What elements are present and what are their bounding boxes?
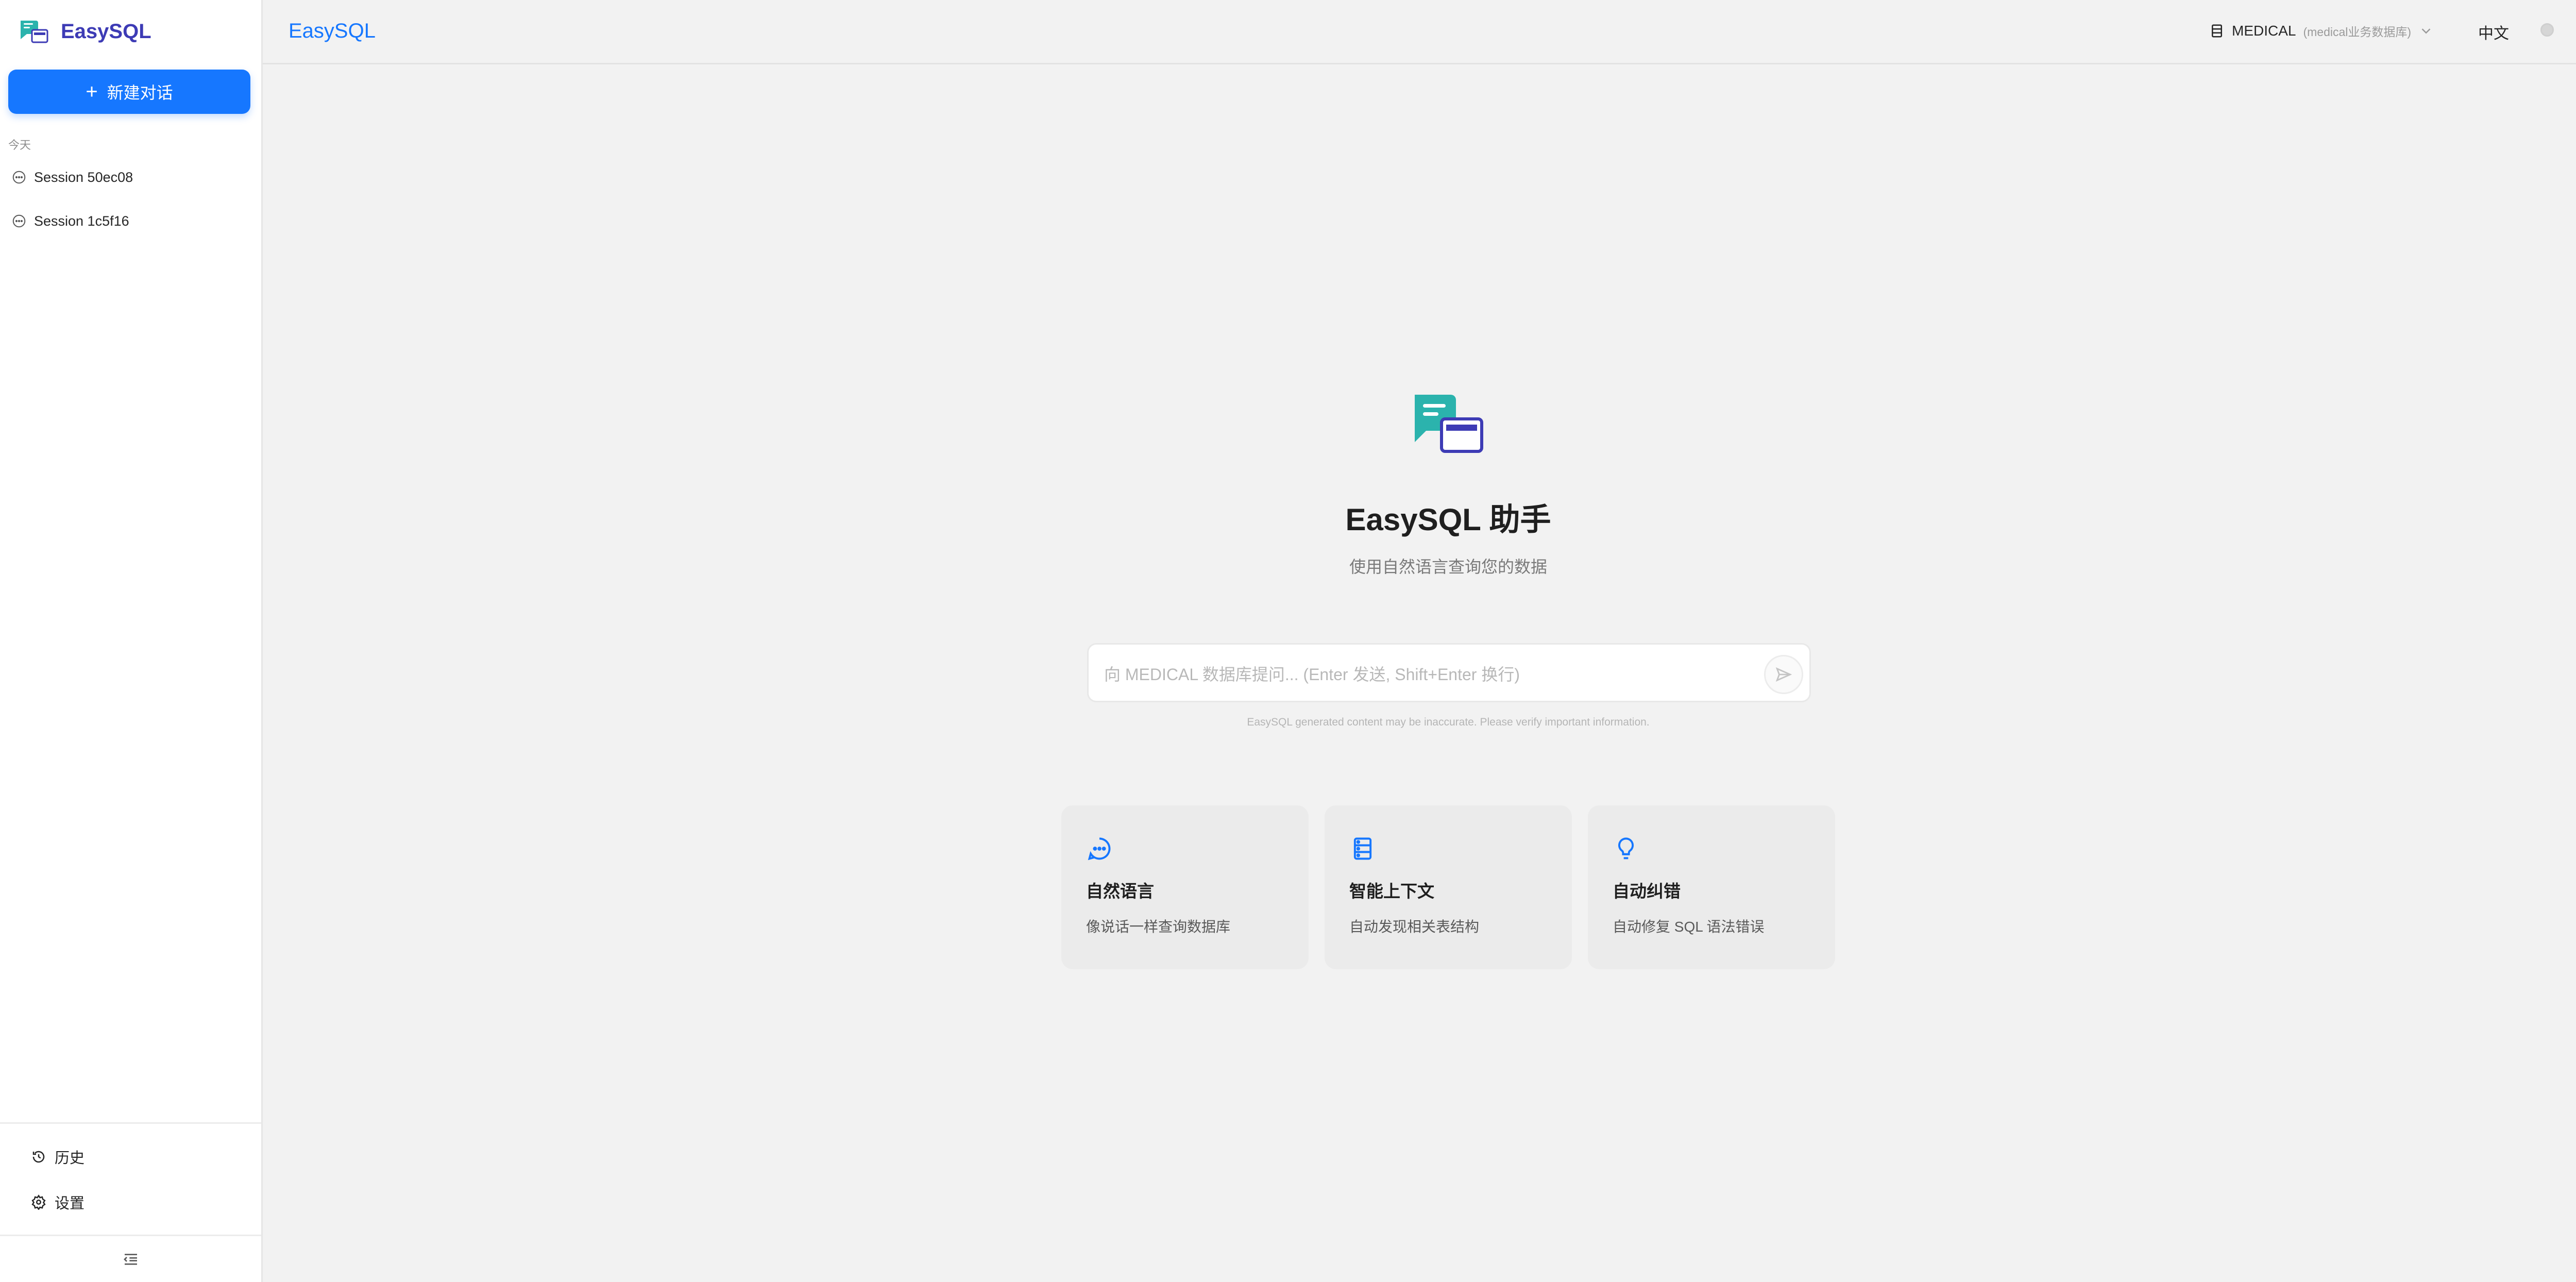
database-icon: [1353, 837, 1372, 860]
send-button[interactable]: [1764, 655, 1803, 694]
feature-card: 自动纠错 自动修复 SQL 语法错误: [1588, 805, 1835, 969]
sidebar-brand[interactable]: EasySQL: [19, 19, 151, 44]
history-label: 历史: [55, 1150, 85, 1167]
database-name: MEDICAL: [2232, 23, 2296, 39]
session-item[interactable]: Session 1c5f16: [8, 203, 253, 239]
main-panel: EasySQL MEDICAL (medical业务数据库) 中文 EasySQ…: [263, 0, 2576, 1282]
feature-description: 自动发现相关表结构: [1349, 919, 1480, 935]
gear-icon: [31, 1194, 46, 1210]
feature-title: 智能上下文: [1349, 882, 1434, 901]
settings-button[interactable]: 设置: [31, 1187, 84, 1218]
chevron-down-icon: [2421, 28, 2431, 34]
app-root: EasySQL + 新建对话 今天 Session 50ec08 Session…: [0, 0, 2576, 1282]
database-selector[interactable]: MEDICAL (medical业务数据库): [2209, 21, 2434, 41]
page-title: EasySQL: [289, 20, 376, 42]
collapse-sidebar-icon[interactable]: [123, 1251, 139, 1268]
sidebar-brand-name: EasySQL: [61, 20, 151, 43]
history-icon: [32, 1151, 45, 1163]
session-label: Session 1c5f16: [34, 213, 129, 229]
feature-card: 自然语言 像说话一样查询数据库: [1061, 805, 1309, 969]
disclaimer-text: EasySQL generated content may be inaccur…: [1247, 716, 1650, 728]
query-input-box: [1087, 643, 1811, 702]
database-icon: [2212, 24, 2222, 38]
easysql-hero-logo-icon: [1415, 395, 1483, 453]
settings-label: 设置: [55, 1195, 85, 1212]
sidebar-footer: [0, 1122, 261, 1124]
sidebar: EasySQL + 新建对话 今天 Session 50ec08 Session…: [0, 0, 263, 1282]
feature-title: 自然语言: [1086, 882, 1154, 901]
easysql-logo-icon: [21, 21, 48, 43]
session-item[interactable]: Session 50ec08: [8, 159, 253, 195]
chat-bubble-icon: [1088, 837, 1111, 861]
new-chat-button[interactable]: + 新建对话: [8, 70, 250, 114]
feature-card: 智能上下文 自动发现相关表结构: [1325, 805, 1572, 969]
send-icon: [1775, 667, 1792, 682]
lightbulb-icon: [1618, 837, 1634, 859]
session-label: Session 50ec08: [34, 169, 133, 185]
feature-description: 自动修复 SQL 语法错误: [1613, 919, 1765, 935]
top-bar: EasySQL MEDICAL (medical业务数据库) 中文: [263, 0, 2576, 64]
plus-icon: +: [86, 80, 98, 103]
query-input[interactable]: [1104, 660, 1743, 689]
status-indicator-icon[interactable]: [2540, 23, 2554, 37]
session-group-label: 今天: [8, 139, 31, 151]
feature-description: 像说话一样查询数据库: [1086, 919, 1231, 935]
chat-bubble-icon: [12, 171, 26, 184]
sidebar-collapse-bar: [0, 1235, 261, 1282]
history-button[interactable]: 历史: [31, 1141, 84, 1172]
chat-bubble-icon: [12, 214, 26, 228]
feature-title: 自动纠错: [1613, 882, 1681, 901]
hero-subtitle: 使用自然语言查询您的数据: [1349, 558, 1547, 576]
new-chat-label: 新建对话: [107, 83, 173, 102]
language-switch[interactable]: 中文: [2478, 21, 2509, 43]
hero-title: EasySQL 助手: [1345, 502, 1551, 537]
database-description: (medical业务数据库): [2303, 25, 2412, 39]
